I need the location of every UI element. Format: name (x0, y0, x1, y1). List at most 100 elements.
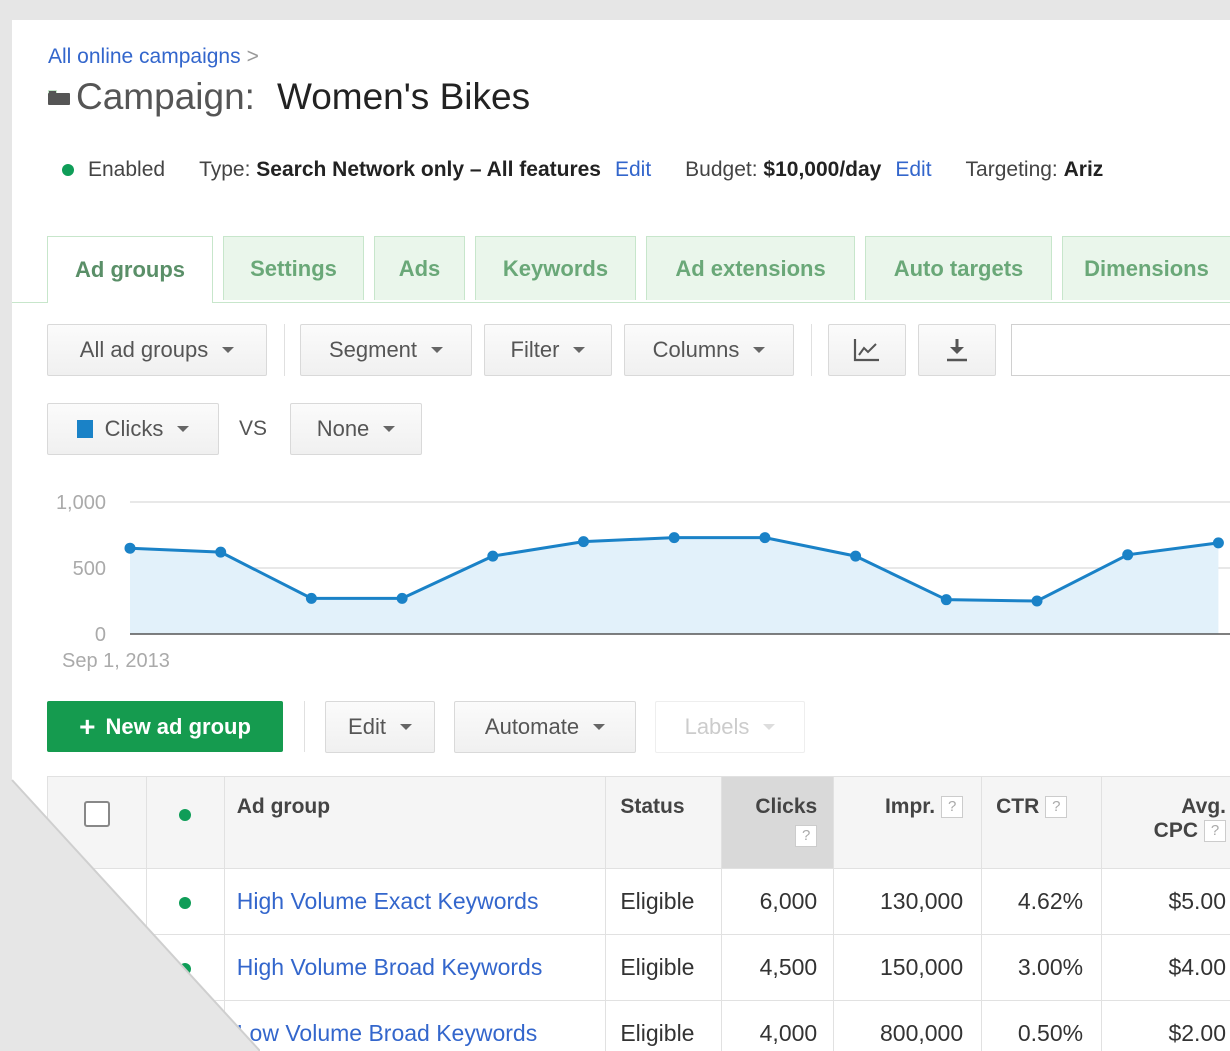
all-ad-groups-dropdown[interactable]: All ad groups (47, 324, 267, 376)
chevron-down-icon (399, 724, 412, 730)
tab-ad-groups[interactable]: Ad groups (47, 236, 213, 303)
row-status-dot-cell (145, 868, 225, 935)
type-value: Search Network only – All features (256, 158, 601, 181)
budget-label: Budget: (685, 158, 758, 181)
select-all-cell (47, 776, 147, 869)
row-status-dot-cell (145, 1000, 225, 1051)
clicks-data-point[interactable] (215, 546, 227, 558)
avg-cpc-header[interactable]: Avg. CPC? (1101, 776, 1230, 869)
clicks-data-point[interactable] (1031, 595, 1043, 607)
segment-dropdown[interactable]: Segment (300, 324, 472, 376)
tab-auto-targets[interactable]: Auto targets (865, 236, 1052, 300)
ad-group-link[interactable]: High Volume Exact Keywords (237, 888, 539, 914)
new-ad-group-button[interactable]: + New ad group (47, 701, 283, 752)
row-select-cell (47, 868, 147, 935)
table-row: High Volume Exact Keywords Eligible 6,00… (47, 868, 1230, 935)
help-icon[interactable]: ? (1204, 820, 1226, 843)
ctr-header[interactable]: CTR? (981, 776, 1103, 869)
download-icon (947, 339, 967, 362)
clicks-data-point[interactable] (124, 542, 136, 554)
tab-keywords[interactable]: Keywords (475, 236, 636, 300)
filter-dropdown[interactable]: Filter (484, 324, 612, 376)
ad-group-header[interactable]: Ad group (223, 776, 607, 869)
campaign-status-bar: Enabled Type: Search Network only – All … (62, 158, 1137, 182)
search-input[interactable] (1011, 324, 1230, 376)
ctr-cell: 3.00% (981, 934, 1103, 1001)
row-select-cell (47, 1000, 147, 1051)
avg-cpc-cell: $2.00 (1101, 1000, 1230, 1051)
clicks-data-point[interactable] (940, 594, 952, 606)
automate-dropdown[interactable]: Automate (454, 701, 636, 753)
row-checkbox[interactable] (83, 885, 110, 912)
avg-cpc-cell: $5.00 (1101, 868, 1230, 935)
row-checkbox[interactable] (83, 951, 110, 978)
ad-group-link[interactable]: High Volume Broad Keywords (237, 954, 543, 980)
help-icon[interactable]: ? (941, 796, 964, 819)
edit-label: Edit (348, 714, 386, 739)
ad-groups-table: Ad group Status Clicks ? Impr.? CTR? Avg… (47, 776, 1230, 1051)
tab-settings[interactable]: Settings (223, 236, 364, 300)
filter-label: Filter (510, 337, 560, 362)
tab-ads[interactable]: Ads (374, 236, 465, 300)
status-cell: Eligible (605, 868, 723, 935)
clicks-data-point[interactable] (850, 550, 862, 562)
ad-group-link[interactable]: Low Volume Broad Keywords (237, 1020, 537, 1046)
chevron-down-icon (573, 347, 586, 353)
chevron-down-icon (431, 347, 444, 353)
help-icon[interactable]: ? (795, 825, 818, 847)
clicks-data-point[interactable] (578, 536, 589, 548)
segment-label: Segment (328, 337, 418, 362)
tab-dimensions[interactable]: Dimensions (1062, 236, 1230, 300)
row-checkbox[interactable] (83, 1017, 110, 1044)
y-tick-label: 500 (73, 558, 106, 580)
status-cell: Eligible (605, 934, 723, 1001)
clicks-data-point[interactable] (396, 592, 408, 604)
labels-label: Labels (684, 714, 750, 739)
primary-metric-dropdown[interactable]: Clicks (47, 403, 219, 455)
clicks-cell: 6,000 (721, 868, 835, 935)
toggle-chart-button[interactable] (828, 324, 906, 376)
automate-label: Automate (484, 714, 580, 739)
clicks-data-point[interactable] (1212, 537, 1224, 549)
status-dot-icon (179, 1029, 192, 1041)
page-title: Campaign: Women's Bikes (48, 76, 530, 118)
breadcrumb-all-campaigns-link[interactable]: All online campaigns (48, 45, 241, 68)
status-header[interactable]: Status (605, 776, 723, 869)
line-chart-icon (853, 339, 879, 362)
ad-group-name-cell: High Volume Broad Keywords (223, 934, 607, 1001)
chevron-down-icon (593, 724, 606, 730)
clicks-data-point[interactable] (668, 532, 680, 544)
primary-metric-label: Clicks (104, 416, 164, 441)
clicks-data-point[interactable] (487, 550, 499, 562)
labels-dropdown[interactable]: Labels (655, 701, 805, 753)
columns-dropdown[interactable]: Columns (624, 324, 794, 376)
series-color-swatch (76, 420, 93, 438)
clicks-cell: 4,000 (721, 1000, 835, 1051)
clicks-data-point[interactable] (1122, 549, 1134, 561)
table-row: High Volume Broad Keywords Eligible 4,50… (47, 934, 1230, 1001)
help-icon[interactable]: ? (1045, 796, 1068, 819)
secondary-metric-dropdown[interactable]: None (290, 403, 422, 455)
table-row: Low Volume Broad Keywords Eligible 4,000… (47, 1000, 1230, 1051)
secondary-metric-label: None (316, 416, 370, 441)
targeting-value: Ariz (1063, 158, 1104, 181)
divider (811, 324, 812, 376)
columns-label: Columns (652, 337, 740, 362)
status-dot-header (145, 776, 225, 869)
tab-ad-extensions[interactable]: Ad extensions (646, 236, 855, 300)
chevron-down-icon (753, 347, 766, 353)
enabled-status-icon (62, 164, 74, 176)
clicks-header-label: Clicks (755, 795, 818, 818)
clicks-data-point[interactable] (759, 532, 771, 544)
impr-header[interactable]: Impr.? (833, 776, 983, 869)
select-all-checkbox[interactable] (83, 801, 110, 827)
clicks-header[interactable]: Clicks ? (721, 776, 835, 869)
edit-budget-link[interactable]: Edit (895, 158, 931, 181)
download-button[interactable] (918, 324, 996, 376)
edit-dropdown[interactable]: Edit (325, 701, 435, 753)
edit-type-link[interactable]: Edit (615, 158, 651, 181)
type-label: Type: (199, 158, 251, 181)
clicks-data-point[interactable] (305, 592, 317, 604)
vs-label: VS (239, 417, 268, 440)
status-dot-icon (179, 963, 192, 975)
